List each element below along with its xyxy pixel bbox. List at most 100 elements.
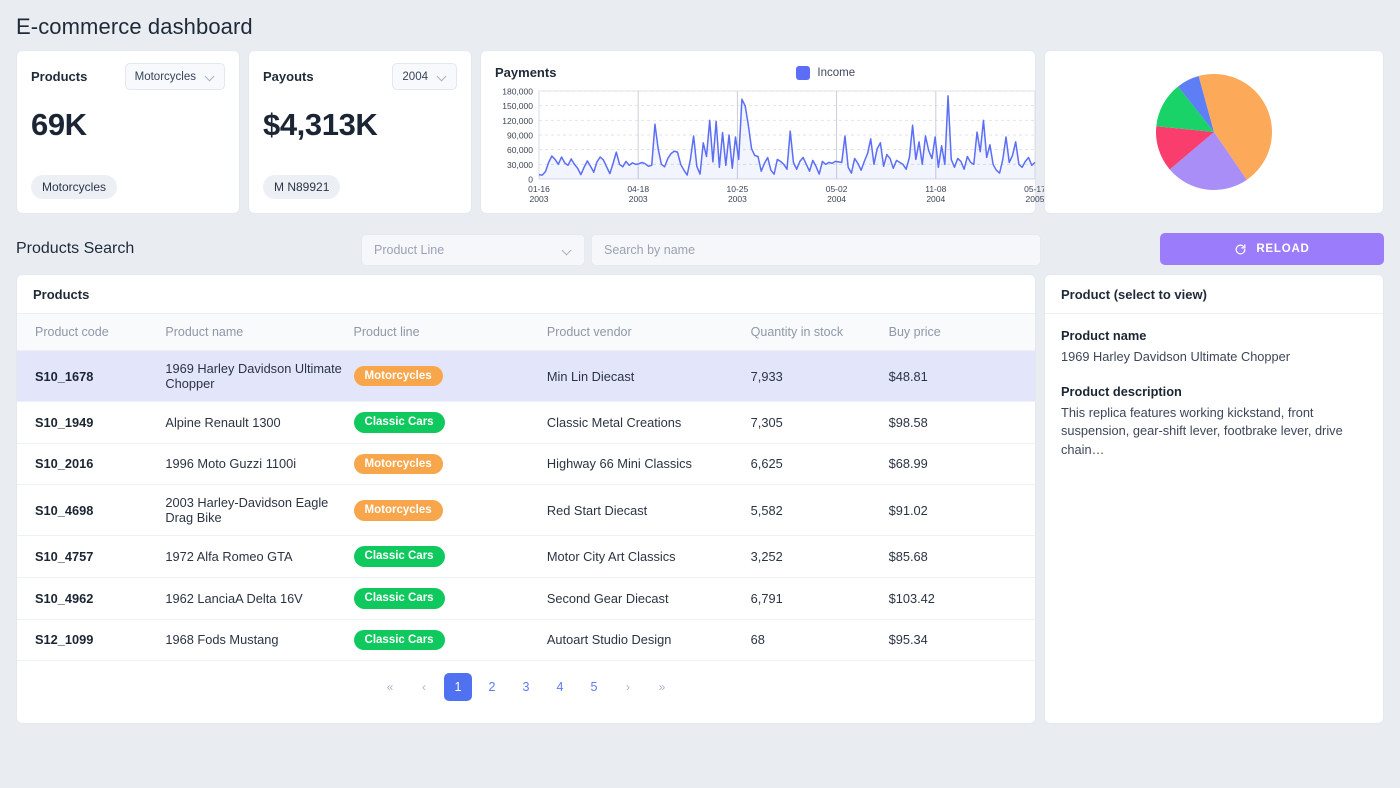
product-line-tag: Classic Cars [354, 588, 445, 609]
search-by-name-input[interactable] [591, 234, 1041, 266]
svg-text:60,000: 60,000 [507, 145, 533, 155]
table-spacer [17, 661, 1035, 673]
legend-swatch-income [796, 66, 810, 80]
cell-vendor: Min Lin Diecast [547, 351, 751, 402]
pagination-last[interactable]: » [648, 673, 676, 701]
cell-price: $95.34 [889, 619, 1035, 661]
product-detail-body: Product name 1969 Harley Davidson Ultima… [1045, 314, 1383, 459]
column-header-product-name[interactable]: Product name [165, 314, 353, 351]
table-row[interactable]: S10_20161996 Moto Guzzi 1100iMotorcycles… [17, 443, 1035, 485]
products-panel-title: Products [17, 275, 1035, 314]
svg-text:30,000: 30,000 [507, 160, 533, 170]
cell-code: S10_1678 [17, 351, 165, 402]
pagination-page-4[interactable]: 4 [546, 673, 574, 701]
products-panel: Products Product code Product name Produ… [16, 274, 1036, 724]
products-kpi-badge: Motorcycles [31, 175, 117, 199]
cell-name: 1968 Fods Mustang [165, 619, 353, 661]
svg-text:0: 0 [528, 175, 533, 185]
product-line-select[interactable]: Product Line [361, 234, 585, 266]
reload-button-label: RELOAD [1256, 243, 1309, 255]
pagination-page-5[interactable]: 5 [580, 673, 608, 701]
column-header-quantity[interactable]: Quantity in stock [751, 314, 889, 351]
payments-chart-legend: Income [796, 66, 855, 80]
payouts-kpi-badge: M N89921 [263, 175, 340, 199]
column-header-product-code[interactable]: Product code [17, 314, 165, 351]
svg-text:10-25: 10-25 [727, 184, 749, 194]
cell-price: $85.68 [889, 536, 1035, 578]
pagination-next[interactable]: › [614, 673, 642, 701]
payouts-kpi-card: Payouts 2004 $4,313K M N89921 [248, 50, 472, 214]
column-header-product-line[interactable]: Product line [354, 314, 547, 351]
table-row[interactable]: S10_1949Alpine Renault 1300Classic CarsC… [17, 402, 1035, 444]
cell-code: S10_4698 [17, 485, 165, 536]
products-line-select[interactable]: Motorcycles [125, 63, 225, 90]
column-header-product-vendor[interactable]: Product vendor [547, 314, 751, 351]
column-header-buy-price[interactable]: Buy price [889, 314, 1035, 351]
cell-name: Alpine Renault 1300 [165, 402, 353, 444]
product-detail-title: Product (select to view) [1045, 275, 1383, 314]
payouts-year-select[interactable]: 2004 [392, 63, 457, 90]
distribution-pie-svg [1045, 51, 1383, 213]
cell-name: 2003 Harley-Davidson Eagle Drag Bike [165, 485, 353, 536]
cell-price: $98.58 [889, 402, 1035, 444]
cell-code: S10_2016 [17, 443, 165, 485]
svg-text:2005: 2005 [1026, 194, 1045, 204]
payouts-year-select-value: 2004 [402, 71, 428, 83]
cell-line: Classic Cars [354, 402, 547, 444]
cell-line: Motorcycles [354, 443, 547, 485]
cell-name: 1996 Moto Guzzi 1100i [165, 443, 353, 485]
svg-text:2003: 2003 [530, 194, 549, 204]
chevron-down-icon [563, 246, 572, 255]
cell-vendor: Classic Metal Creations [547, 402, 751, 444]
reload-button[interactable]: RELOAD [1160, 233, 1384, 265]
table-row[interactable]: S10_16781969 Harley Davidson Ultimate Ch… [17, 351, 1035, 402]
cell-code: S10_4757 [17, 536, 165, 578]
pagination-first[interactable]: « [376, 673, 404, 701]
product-line-select-value: Product Line [374, 243, 444, 257]
products-kpi-card: Products Motorcycles 69K Motorcycles [16, 50, 240, 214]
svg-text:11-08: 11-08 [925, 184, 946, 194]
cell-vendor: Red Start Diecast [547, 485, 751, 536]
cell-line: Motorcycles [354, 485, 547, 536]
cell-code: S10_4962 [17, 577, 165, 619]
table-row[interactable]: S10_46982003 Harley-Davidson Eagle Drag … [17, 485, 1035, 536]
cell-vendor: Highway 66 Mini Classics [547, 443, 751, 485]
cell-name: 1969 Harley Davidson Ultimate Chopper [165, 351, 353, 402]
payments-chart-plot: 030,00060,00090,000120,000150,000180,000… [481, 87, 1035, 213]
product-line-tag: Motorcycles [354, 500, 443, 521]
cell-qty: 7,305 [751, 402, 889, 444]
cell-qty: 5,582 [751, 485, 889, 536]
cell-vendor: Autoart Studio Design [547, 619, 751, 661]
svg-text:2003: 2003 [629, 194, 648, 204]
product-line-tag: Classic Cars [354, 546, 445, 567]
svg-text:2003: 2003 [728, 194, 747, 204]
pagination-page-1[interactable]: 1 [444, 673, 472, 701]
pagination: «‹12345›» [17, 673, 1035, 723]
chevron-down-icon [206, 72, 215, 81]
table-row[interactable]: S10_47571972 Alfa Romeo GTAClassic CarsM… [17, 536, 1035, 578]
cell-line: Classic Cars [354, 619, 547, 661]
pagination-page-3[interactable]: 3 [512, 673, 540, 701]
table-row[interactable]: S12_10991968 Fods MustangClassic CarsAut… [17, 619, 1035, 661]
pagination-page-2[interactable]: 2 [478, 673, 506, 701]
cell-price: $68.99 [889, 443, 1035, 485]
detail-product-name-value: 1969 Harley Davidson Ultimate Chopper [1061, 348, 1367, 367]
cell-code: S12_1099 [17, 619, 165, 661]
cell-vendor: Motor City Art Classics [547, 536, 751, 578]
payments-line-svg: 030,00060,00090,000120,000150,000180,000… [481, 87, 1047, 213]
legend-label-income: Income [817, 67, 855, 79]
dashboard-page: E-commerce dashboard Products Motorcycle… [0, 0, 1400, 788]
svg-text:180,000: 180,000 [502, 87, 533, 97]
svg-text:05-17: 05-17 [1024, 184, 1046, 194]
cell-name: 1962 LanciaA Delta 16V [165, 577, 353, 619]
payments-chart-card: Payments Income 030,00060,00090,000120,0… [480, 50, 1036, 214]
products-search-title: Products Search [16, 240, 134, 258]
table-row[interactable]: S10_49621962 LanciaA Delta 16VClassic Ca… [17, 577, 1035, 619]
pagination-prev[interactable]: ‹ [410, 673, 438, 701]
cell-qty: 7,933 [751, 351, 889, 402]
cell-qty: 68 [751, 619, 889, 661]
chevron-down-icon [438, 72, 447, 81]
payouts-kpi-header: Payouts 2004 [249, 51, 471, 90]
payments-chart-title: Payments [495, 65, 556, 80]
svg-text:04-18: 04-18 [627, 184, 649, 194]
